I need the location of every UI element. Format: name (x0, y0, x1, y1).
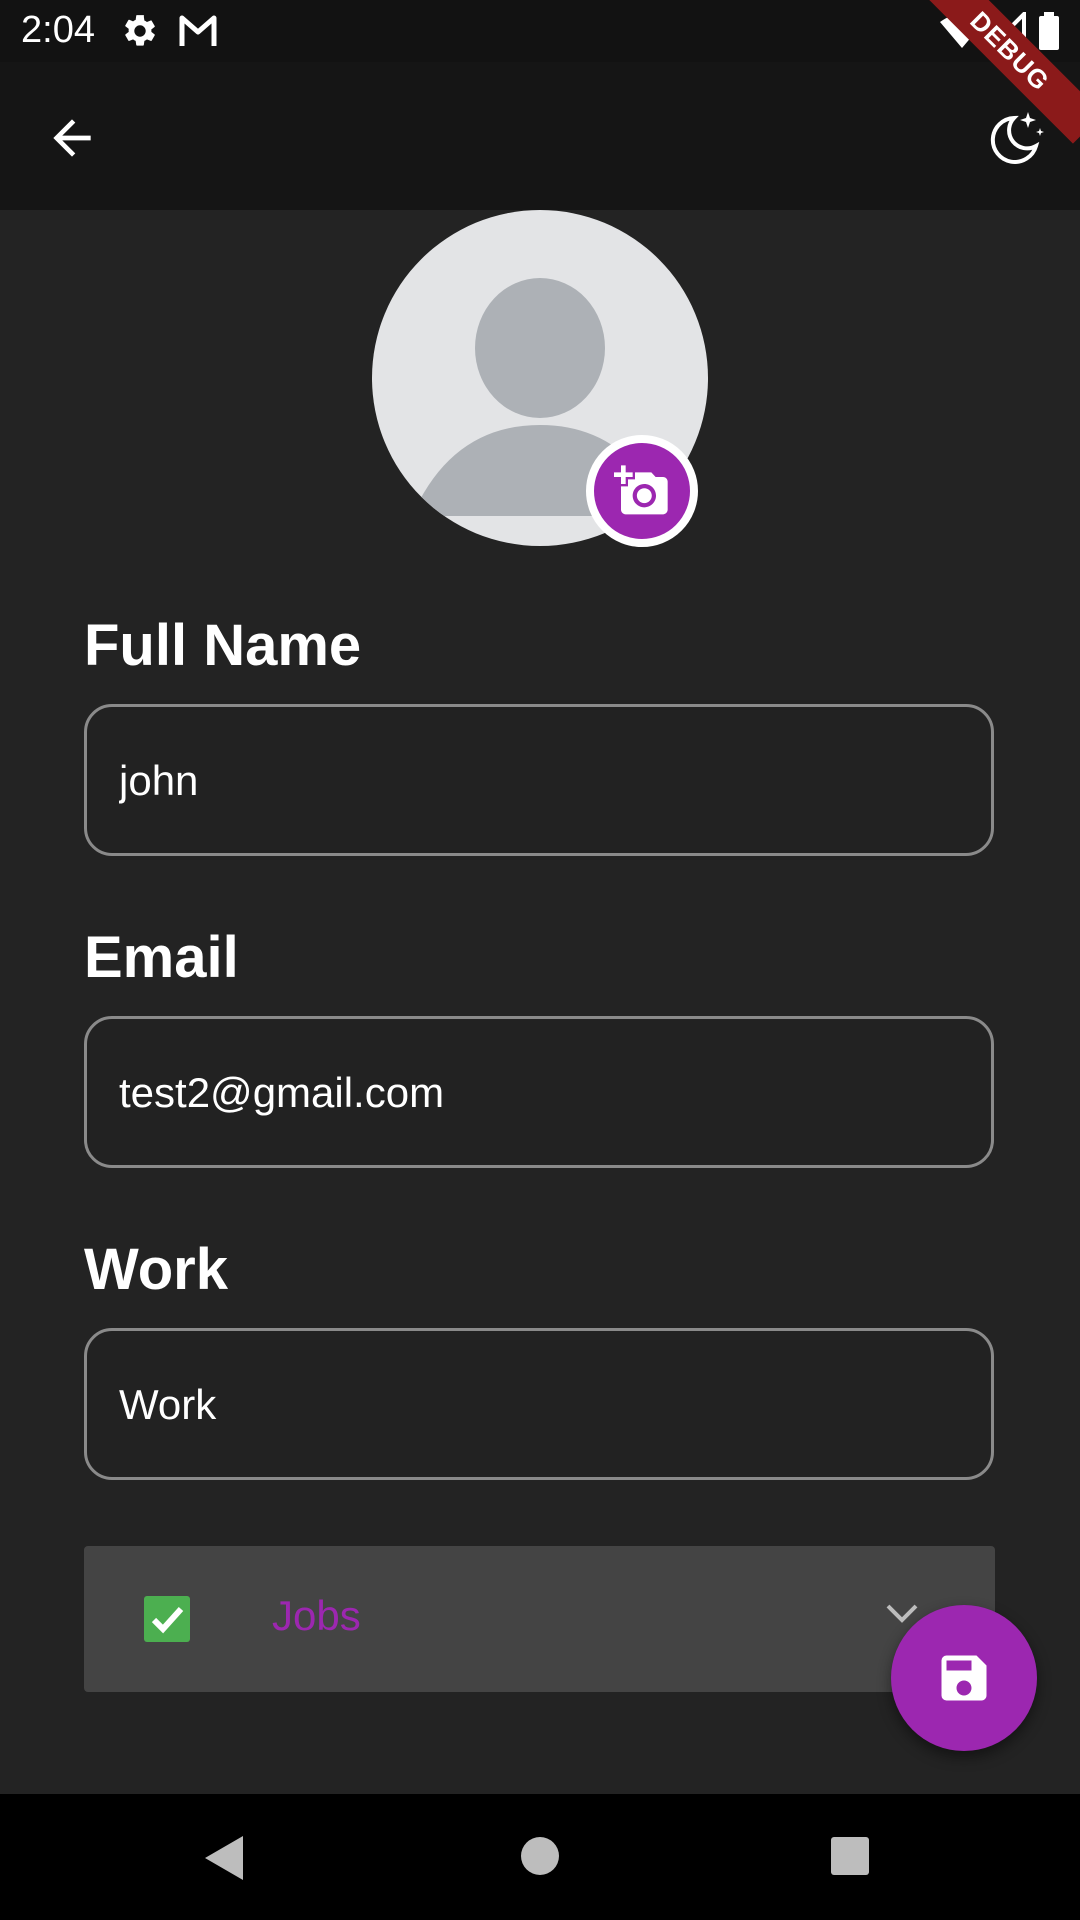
work-field[interactable] (84, 1328, 994, 1480)
status-bar: 2:04 (0, 0, 1080, 62)
arrow-back-icon[interactable] (44, 110, 100, 171)
email-input[interactable] (117, 1019, 961, 1167)
email-field[interactable] (84, 1016, 994, 1168)
add-photo-button[interactable] (586, 435, 698, 547)
save-button[interactable] (891, 1605, 1037, 1751)
status-time: 2:04 (21, 9, 95, 51)
email-label: Email (84, 925, 239, 990)
jobs-checkbox[interactable] (144, 1596, 190, 1642)
back-triangle-icon[interactable] (205, 1836, 245, 1885)
jobs-panel[interactable]: Jobs (84, 1546, 995, 1692)
work-input[interactable] (117, 1331, 961, 1479)
add-photo-icon (614, 463, 670, 524)
full-name-input[interactable] (117, 707, 961, 855)
system-nav-bar (0, 1794, 1080, 1920)
app-bar (0, 62, 1080, 210)
home-circle-icon[interactable] (520, 1836, 560, 1881)
dark-mode-icon[interactable] (984, 106, 1048, 175)
jobs-label: Jobs (272, 1592, 361, 1639)
battery-icon (1038, 12, 1060, 55)
work-label: Work (84, 1237, 228, 1302)
full-name-label: Full Name (84, 613, 362, 678)
save-icon (934, 1648, 994, 1713)
recents-square-icon[interactable] (830, 1836, 870, 1881)
full-name-field[interactable] (84, 704, 994, 856)
gmail-icon (178, 12, 218, 55)
settings-icon (121, 12, 159, 55)
